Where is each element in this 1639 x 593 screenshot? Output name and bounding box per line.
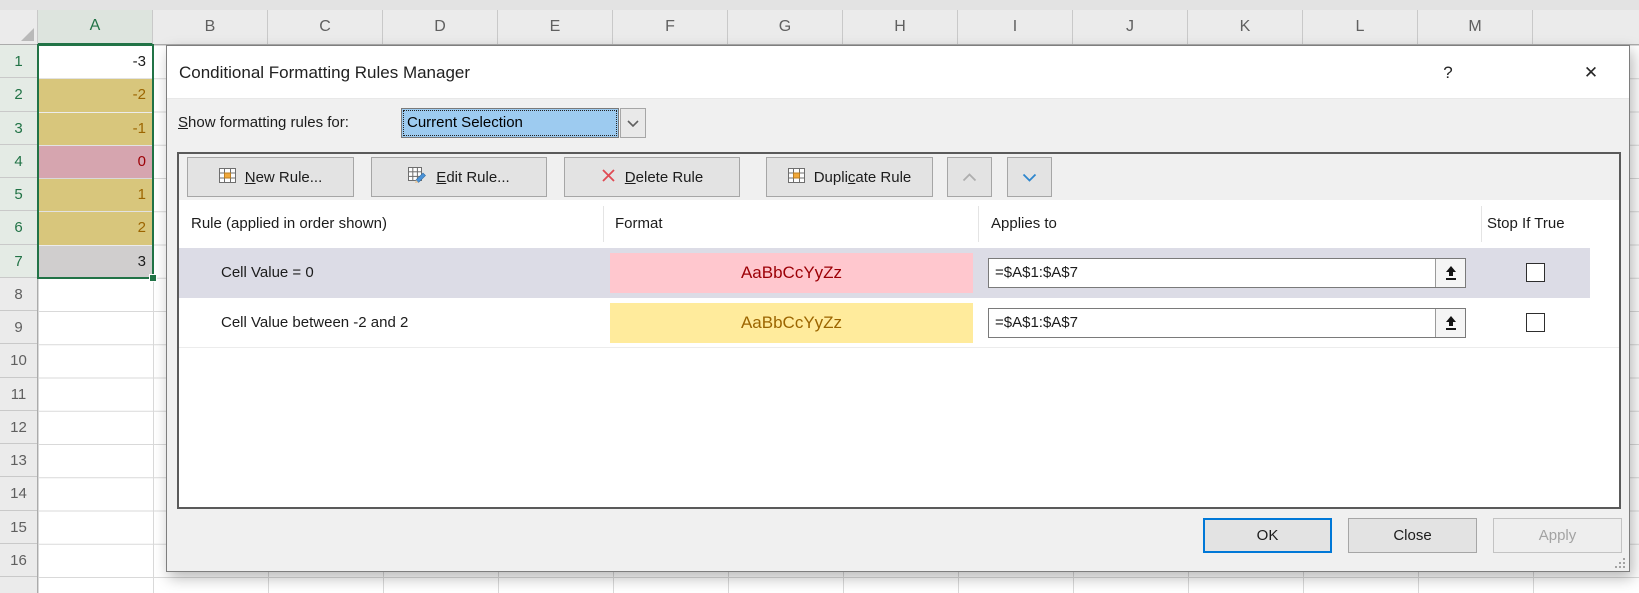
row-header-7[interactable]: 7 [0,245,37,278]
row-header-11[interactable]: 11 [0,378,37,411]
column-header-f[interactable]: F [613,10,728,44]
rule-format-preview: AaBbCcYyZz [610,303,973,343]
move-rule-up-button[interactable] [947,157,992,197]
edit-rule-button[interactable]: Edit Rule... [371,157,547,197]
row-header-8[interactable]: 8 [0,278,37,311]
cell-a7[interactable]: 3 [39,246,153,278]
duplicate-rule-icon [788,168,805,187]
duplicate-rule-button[interactable]: Duplicate Rule [766,157,933,197]
show-rules-dropdown[interactable]: Current Selection [401,108,647,138]
row-header-6[interactable]: 6 [0,211,37,244]
column-header-a[interactable]: A [38,10,153,45]
resize-grip[interactable] [1614,556,1626,568]
dropdown-selected-value[interactable]: Current Selection [401,108,619,138]
row-header-1[interactable]: 1 [0,45,37,78]
move-rule-down-button[interactable] [1007,157,1052,197]
applies-to-value: =$A$1:$A$7 [995,259,1078,287]
column-header-d[interactable]: D [383,10,498,44]
header-format: Format [615,200,663,248]
column-header-c[interactable]: C [268,10,383,44]
header-applies-to: Applies to [991,200,1057,248]
row-headers: 12345678910111213141516 [0,45,38,593]
row-header-2[interactable]: 2 [0,78,37,111]
row-header-10[interactable]: 10 [0,344,37,377]
column-divider [603,206,604,242]
new-rule-icon [219,168,236,187]
rule-row[interactable]: Cell Value = 0 AaBbCcYyZz =$A$1:$A$7 [179,248,1619,298]
dialog-title-bar: Conditional Formatting Rules Manager ? ✕ [167,46,1629,99]
column-header-k[interactable]: K [1188,10,1303,44]
header-rule: Rule (applied in order shown) [191,200,387,248]
column-header-g[interactable]: G [728,10,843,44]
dialog-title: Conditional Formatting Rules Manager [179,46,470,99]
row-header-3[interactable]: 3 [0,112,37,145]
excel-window: ABCDEFGHIJKLM 12345678910111213141516 -3… [0,0,1639,593]
cell-a4[interactable]: 0 [39,146,153,178]
column-header-m[interactable]: M [1418,10,1533,44]
applies-to-field[interactable]: =$A$1:$A$7 [988,308,1466,338]
delete-rule-button[interactable]: Delete Rule [564,157,740,197]
help-icon[interactable]: ? [1428,46,1468,99]
column-header-e[interactable]: E [498,10,613,44]
column-header-h[interactable]: H [843,10,958,44]
chevron-up-icon [962,169,977,186]
row-header-13[interactable]: 13 [0,444,37,477]
column-header-b[interactable]: B [153,10,268,44]
apply-button[interactable]: Apply [1493,518,1622,553]
cf-rules-manager-dialog: Conditional Formatting Rules Manager ? ✕… [166,45,1630,572]
column-divider [1481,206,1482,242]
row-header-4[interactable]: 4 [0,145,37,178]
edit-rule-icon [408,167,427,187]
cell-a3[interactable]: -1 [39,113,153,145]
rule-format-preview: AaBbCcYyZz [610,253,973,293]
new-rule-button[interactable]: New Rule... [187,157,354,197]
header-stop-if-true: Stop If True [1487,200,1565,248]
cell-a2[interactable]: -2 [39,79,153,111]
column-header-l[interactable]: L [1303,10,1418,44]
chevron-down-icon [1022,169,1037,186]
show-rules-label: Show formatting rules for: [178,108,349,138]
column-header-i[interactable]: I [958,10,1073,44]
applies-to-field[interactable]: =$A$1:$A$7 [988,258,1466,288]
close-icon[interactable]: ✕ [1571,46,1611,99]
row-header-9[interactable]: 9 [0,311,37,344]
rule-description: Cell Value between -2 and 2 [221,298,408,348]
cell-a5[interactable]: 1 [39,179,153,211]
rule-row[interactable]: Cell Value between -2 and 2 AaBbCcYyZz =… [179,298,1619,348]
column-header-j[interactable]: J [1073,10,1188,44]
row-header-14[interactable]: 14 [0,477,37,510]
range-picker-icon[interactable] [1435,309,1465,337]
column-divider [978,206,979,242]
rules-list-box: New Rule... Edit Rule... Delete Rule [177,152,1621,509]
applies-to-value: =$A$1:$A$7 [995,309,1078,337]
stop-if-true-checkbox[interactable] [1526,263,1545,282]
row-header-15[interactable]: 15 [0,511,37,544]
cell-a6[interactable]: 2 [39,212,153,244]
range-picker-icon[interactable] [1435,259,1465,287]
select-all-corner[interactable] [0,10,38,44]
sheet-top-strip [0,0,1639,10]
delete-rule-icon [601,168,616,187]
row-header-5[interactable]: 5 [0,178,37,211]
cell-a1[interactable]: -3 [39,46,153,78]
row-header-12[interactable]: 12 [0,411,37,444]
column-headers: ABCDEFGHIJKLM [0,10,1639,45]
ok-button[interactable]: OK [1203,518,1332,553]
rules-list-header: Rule (applied in order shown) Format App… [179,200,1619,248]
close-button[interactable]: Close [1348,518,1477,553]
row-header-16[interactable]: 16 [0,544,37,577]
dropdown-chevron-icon[interactable] [620,108,646,138]
stop-if-true-checkbox[interactable] [1526,313,1545,332]
rule-description: Cell Value = 0 [221,248,314,298]
rules-toolbar: New Rule... Edit Rule... Delete Rule [179,154,1619,200]
